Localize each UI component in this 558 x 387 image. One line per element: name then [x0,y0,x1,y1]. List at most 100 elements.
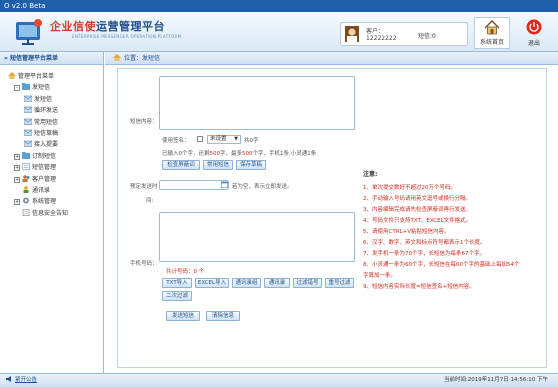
users-icon [22,174,30,182]
gear-icon [22,197,30,204]
note-item: 3、内容编辑完成请先检查屏蔽词再行发送。 [363,207,472,213]
sms-content-textarea[interactable] [159,76,355,130]
schedule-label: 预定发送时 [130,184,158,190]
tree-item-custom-sms[interactable]: + 订制短信 [8,151,103,162]
tree-item-send-sms-sub[interactable]: 发短信 [8,94,103,105]
expand-icon[interactable]: + [14,165,20,172]
tree-item-customer[interactable]: + 客户管理 [8,174,103,185]
input-info: 已输入0个字，还剩500字，最多500个字，手机1条,小灵通1条 [162,149,316,157]
address-book-button[interactable]: 通讯录 [264,278,290,288]
notice-text: 紧开公告 [15,377,38,383]
exit-label: 退出 [527,40,540,47]
speaker-icon [6,376,11,382]
expand-icon[interactable]: + [14,153,20,160]
tree-item-root[interactable]: 管理平台菜单 [8,71,103,82]
tree-label: 订制短信 [32,152,57,160]
second-filter-button[interactable]: 二次过滤 [162,291,192,301]
tree-item-send-sms[interactable]: - 发短信 [8,82,103,93]
input-info-num: 0个字，还剩 [178,151,210,157]
send-sms-button[interactable]: 发送短信 [166,311,200,321]
expand-icon[interactable]: + [14,176,20,183]
phone-label: 手机号码： [130,261,158,267]
mail-icon [23,129,33,136]
tree-label: 接入提要 [34,141,59,149]
send-sms-form: 短信内容： 使用签名： 未设置 ▼ 共0字 已输入0个字，还剩500字，最多500… [117,68,547,368]
tree-item-sms-manage[interactable]: + 短信管理 [8,162,103,173]
tree-item-common-sms[interactable]: 常用短信 [8,117,103,128]
note-item: 2、手动输入号码请用英文逗号或换行分隔。 [363,196,472,202]
app-title: O v2.0 Beta [4,2,46,10]
menu-tree: 管理平台菜单 - 发短信 发短信 循环发送 常用短信 短信草稿 接入提要 + 订制短… [0,65,103,219]
mail-icon [23,106,33,113]
client-number: 12222222 [366,35,397,42]
note-item: 5、请使用CTRL+V粘贴短信内容。 [363,229,450,235]
home-icon [484,19,500,35]
tree-label: 循环发送 [34,107,59,115]
tree-label: 短信草稿 [34,129,59,137]
folder-icon [22,163,30,170]
home-button[interactable]: 系统首页 [474,17,510,49]
schedule-time-input[interactable] [159,180,229,190]
tree-item-contacts[interactable]: 通讯录 [8,185,103,196]
note-item: 字算加一条。 [363,273,397,279]
common-sms-button[interactable]: 常用短信 [203,160,233,170]
calendar-icon[interactable] [221,181,229,189]
main-content: 位置：发短信 短信内容： 使用签名： 未设置 ▼ 共0字 已输入0个字，还剩500… [105,52,558,373]
tree-label: 信息安全告知 [32,209,69,217]
tree-label: 客户管理 [32,175,57,183]
expand-icon[interactable]: + [14,199,20,206]
note-item: 4、号码文件只支持TXT、EXCEL文件格式。 [363,218,472,224]
input-info-c: 个字，手机1条,小灵通1条 [252,151,317,157]
excel-import-button[interactable]: EXCEL导入 [195,278,229,288]
mail-icon [23,95,33,102]
tree-item-access[interactable]: 接入提要 [8,139,103,150]
header: 企业信使运营管理平台 ENTERPRISE MESSENGER OPERATIO… [0,12,558,52]
status-bar: 紧开公告 当前时间:2019年11月7日 14:56:10 下午 [0,373,558,387]
notes-title: 注意: [363,171,378,178]
tree-item-drafts[interactable]: 短信草稿 [8,128,103,139]
input-info-b: 字，最多 [220,151,243,157]
home-icon [8,72,16,79]
tree-label: 发短信 [34,95,53,103]
contact-group-button[interactable]: 通讯录组 [232,278,261,288]
txt-import-button[interactable]: TXT导入 [162,278,192,288]
folder-icon [22,151,30,159]
sms-balance: 短信:0 [418,33,436,40]
total-value: 0 个 [193,269,205,275]
home-icon [113,54,121,61]
collapse-icon[interactable]: - [14,85,20,92]
input-info-remain: 500 [209,151,221,157]
char-count: 共0字 [244,138,259,144]
note-item: 8、小灵通一条为60个字，长短信在每60个字的基础上每加54个 [363,262,520,268]
tree-label: 短信管理 [32,164,57,172]
chevron-down-icon: ▼ [234,136,238,142]
total-label: 共计号码： [166,269,194,275]
client-label: 客户： [366,28,385,35]
power-icon [526,19,542,35]
window-title-bar: O v2.0 Beta [0,0,558,12]
tree-item-system[interactable]: + 系统管理 [8,196,103,207]
filter-error-button[interactable]: 过滤错号 [293,278,322,288]
note-item: 6、汉字、数字、英文和标点符号都表示1个长度。 [363,240,486,246]
contact-icon [22,186,30,193]
notes-panel: 注意: 1、单次提交数好不超过20万个号码。 2、手动输入号码请用英文逗号或换行… [363,169,553,293]
input-info-a: 已输入 [162,151,179,157]
note-item: 7、发手机一条为70个字，长短信为每条67个字。 [363,251,485,257]
tree-item-loop-send[interactable]: 循环发送 [8,105,103,116]
filter-duplicate-button[interactable]: 重号过滤 [325,278,354,288]
check-keyword-button[interactable]: 检查屏蔽词 [162,160,200,170]
home-label: 系统首页 [479,39,504,46]
note-item: 1、单次提交数好不超过20万个号码。 [363,185,456,191]
exit-button[interactable]: 退出 [518,17,550,49]
phone-numbers-textarea[interactable] [159,212,355,262]
logo-icon [16,19,42,45]
save-draft-button[interactable]: 保存草稿 [236,160,266,170]
tree-item-security[interactable]: 信息安全告知 [8,208,103,219]
client-info: 客户： 12222222 短信:0 [340,22,468,46]
notice-link[interactable]: 紧开公告 [6,374,37,387]
sign-checkbox[interactable] [197,136,203,142]
note-item: 9、短信内容实际长度=短信签名+短信内容。 [363,284,475,290]
clear-info-button[interactable]: 清除信息 [206,311,240,321]
sidebar: » 短信管理平台菜单 管理平台菜单 - 发短信 发短信 循环发送 常用短信 短信草… [0,52,104,373]
sign-select[interactable]: 未设置 ▼ [207,135,241,144]
